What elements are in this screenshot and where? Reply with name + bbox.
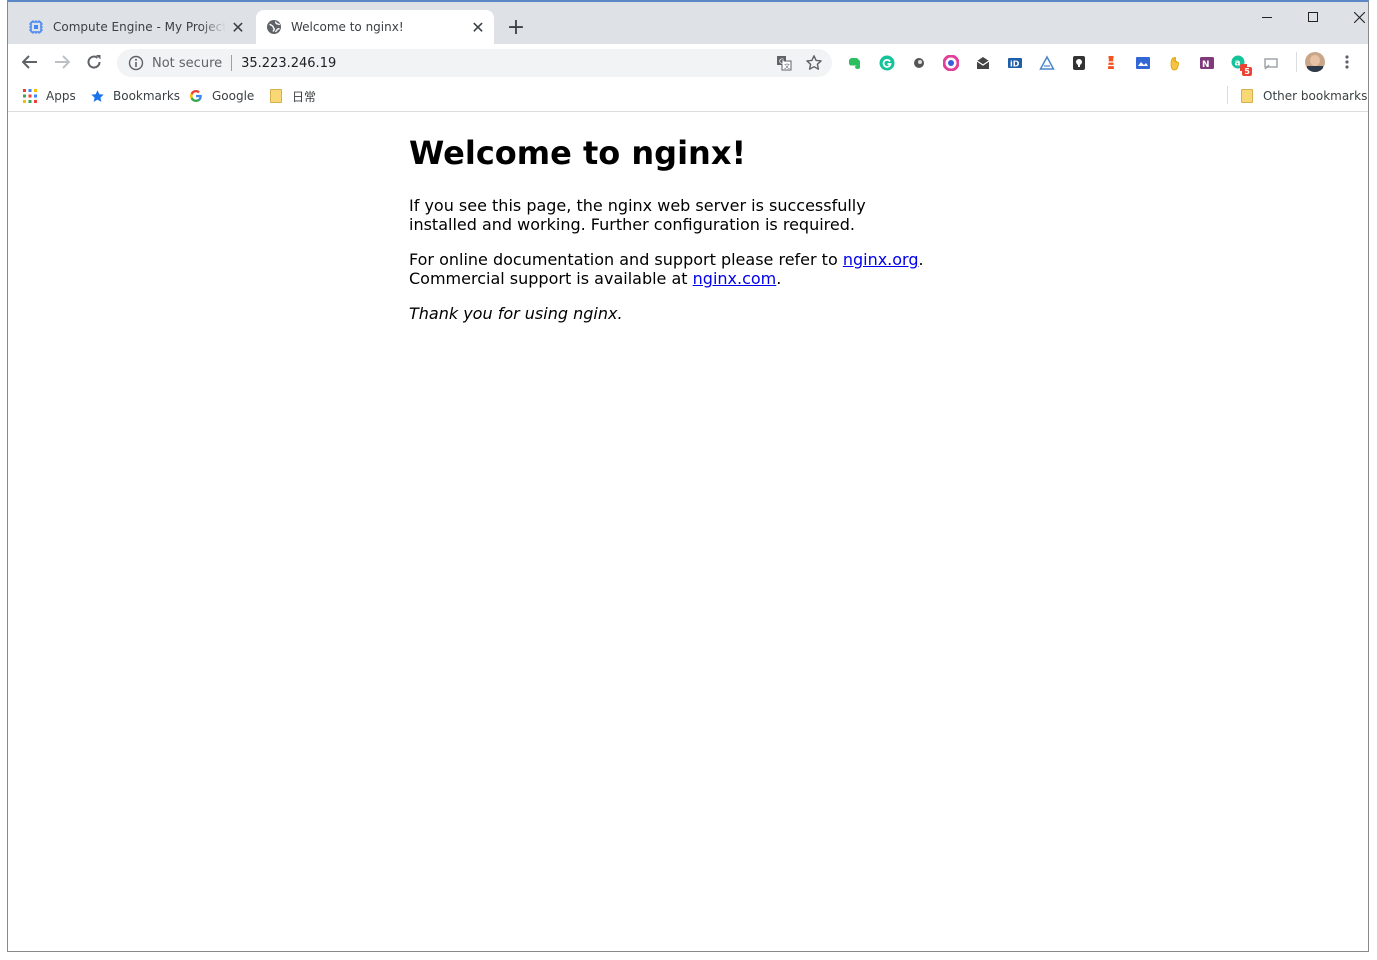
maximize-icon [1308,12,1318,22]
id-extension-icon[interactable]: iD [1006,54,1024,72]
menu-button[interactable] [1339,52,1355,72]
avatar[interactable] [1305,52,1325,72]
info-icon[interactable] [128,55,144,71]
toolbar-divider [1296,52,1297,72]
intro-paragraph: If you see this page, the nginx web serv… [409,196,866,234]
support-punct: . [918,250,924,269]
mail-icon[interactable] [974,54,992,72]
evernote-icon[interactable] [846,54,864,72]
close-tab-icon[interactable]: ✕ [468,17,488,37]
lighthouse-icon[interactable] [1102,54,1120,72]
tab-compute-engine[interactable]: Compute Engine - My Project - Google Clo… [18,10,254,44]
puzzle-extension-icon[interactable] [1134,54,1152,72]
close-icon [1353,11,1365,23]
address-bar[interactable]: Not secure 35.223.246.19 G文 [117,49,832,77]
close-tab-icon[interactable]: ✕ [228,17,248,37]
svg-text:文: 文 [784,63,790,71]
color-picker-icon[interactable] [942,54,960,72]
arrow-left-icon [22,55,37,69]
forward-button[interactable] [48,48,76,76]
grammar-badge-icon[interactable]: a5 [1230,54,1252,76]
browser-window: Compute Engine - My Project - Google Clo… [7,0,1369,952]
bookmark-bookmarks[interactable]: Bookmarks [89,88,180,104]
hand-icon[interactable] [1166,54,1184,72]
nginx-welcome-content: Welcome to nginx! If you see this page, … [409,132,929,339]
bookmark-label: 日常 [292,89,317,104]
extension-badge: 5 [1242,67,1252,76]
bookmark-label: Google [212,89,255,103]
svg-text:iD: iD [1010,60,1020,69]
commercial-punct: . [776,269,782,288]
apps-grid-icon [22,88,38,104]
minimize-icon [1262,17,1272,18]
reload-button[interactable] [80,48,108,76]
support-paragraph: For online documentation and support ple… [409,250,929,288]
tab-title: Compute Engine - My Project - Google Clo… [53,20,226,34]
svg-text:N: N [1202,60,1210,70]
bookmark-label: Other bookmarks [1263,89,1368,103]
bookmarks-divider [1227,86,1228,104]
cast-icon[interactable] [1262,54,1280,72]
security-status-label: Not secure [152,55,223,71]
page-viewport: Welcome to nginx! If you see this page, … [8,112,1368,951]
bookmarks-bar: Apps Bookmarks Google 日常 Other bookmarks [8,80,1368,112]
svg-text:a: a [1235,59,1241,69]
minimize-button[interactable] [1244,2,1290,32]
thanks-text: Thank you for using nginx. [409,304,623,323]
drive-triangle-icon[interactable] [1038,54,1056,72]
bookmark-google[interactable]: Google [188,88,254,104]
bookmark-label: Bookmarks [113,89,181,103]
tab-title: Welcome to nginx! [291,20,404,34]
commercial-text: Commercial support is available at [409,269,693,288]
url-text[interactable]: 35.223.246.19 [241,56,336,71]
close-window-button[interactable] [1336,2,1368,32]
bookmark-folder-daily[interactable]: 日常 [268,88,316,104]
translate-icon[interactable]: G文 [776,55,792,71]
globe-icon [267,20,281,34]
circle-extension-icon[interactable] [910,54,928,72]
bookmark-other-bookmarks[interactable]: Other bookmarks [1239,88,1367,104]
thanks-paragraph: Thank you for using nginx. [409,304,929,323]
back-button[interactable] [16,48,44,76]
arrow-right-icon [55,55,70,69]
reload-icon [87,55,101,69]
nginx-org-link[interactable]: nginx.org [843,250,919,269]
tab-strip: Compute Engine - My Project - Google Clo… [8,2,1368,44]
maximize-button[interactable] [1290,2,1336,32]
more-vert-icon [1345,55,1349,69]
compute-engine-icon [29,20,43,34]
bookmark-label: Apps [46,89,76,103]
support-text: For online documentation and support ple… [409,250,843,269]
tab-welcome-nginx[interactable]: Welcome to nginx! ✕ [256,10,494,44]
new-tab-button[interactable]: + [504,16,528,40]
folder-icon [268,88,284,104]
toolbar: Not secure 35.223.246.19 G文 iD Na 5 [8,44,1368,80]
nginx-com-link[interactable]: nginx.com [693,269,777,288]
star-icon [89,88,105,104]
bookmark-apps[interactable]: Apps [22,88,76,104]
keep-icon[interactable] [1070,54,1088,72]
google-g-icon [188,88,204,104]
grammarly-icon[interactable] [878,54,896,72]
page-heading: Welcome to nginx! [409,134,747,172]
onenote-icon[interactable]: N [1198,54,1216,72]
folder-icon [1239,88,1255,104]
omnibox-divider [231,55,233,71]
bookmark-star-icon[interactable] [805,54,823,72]
